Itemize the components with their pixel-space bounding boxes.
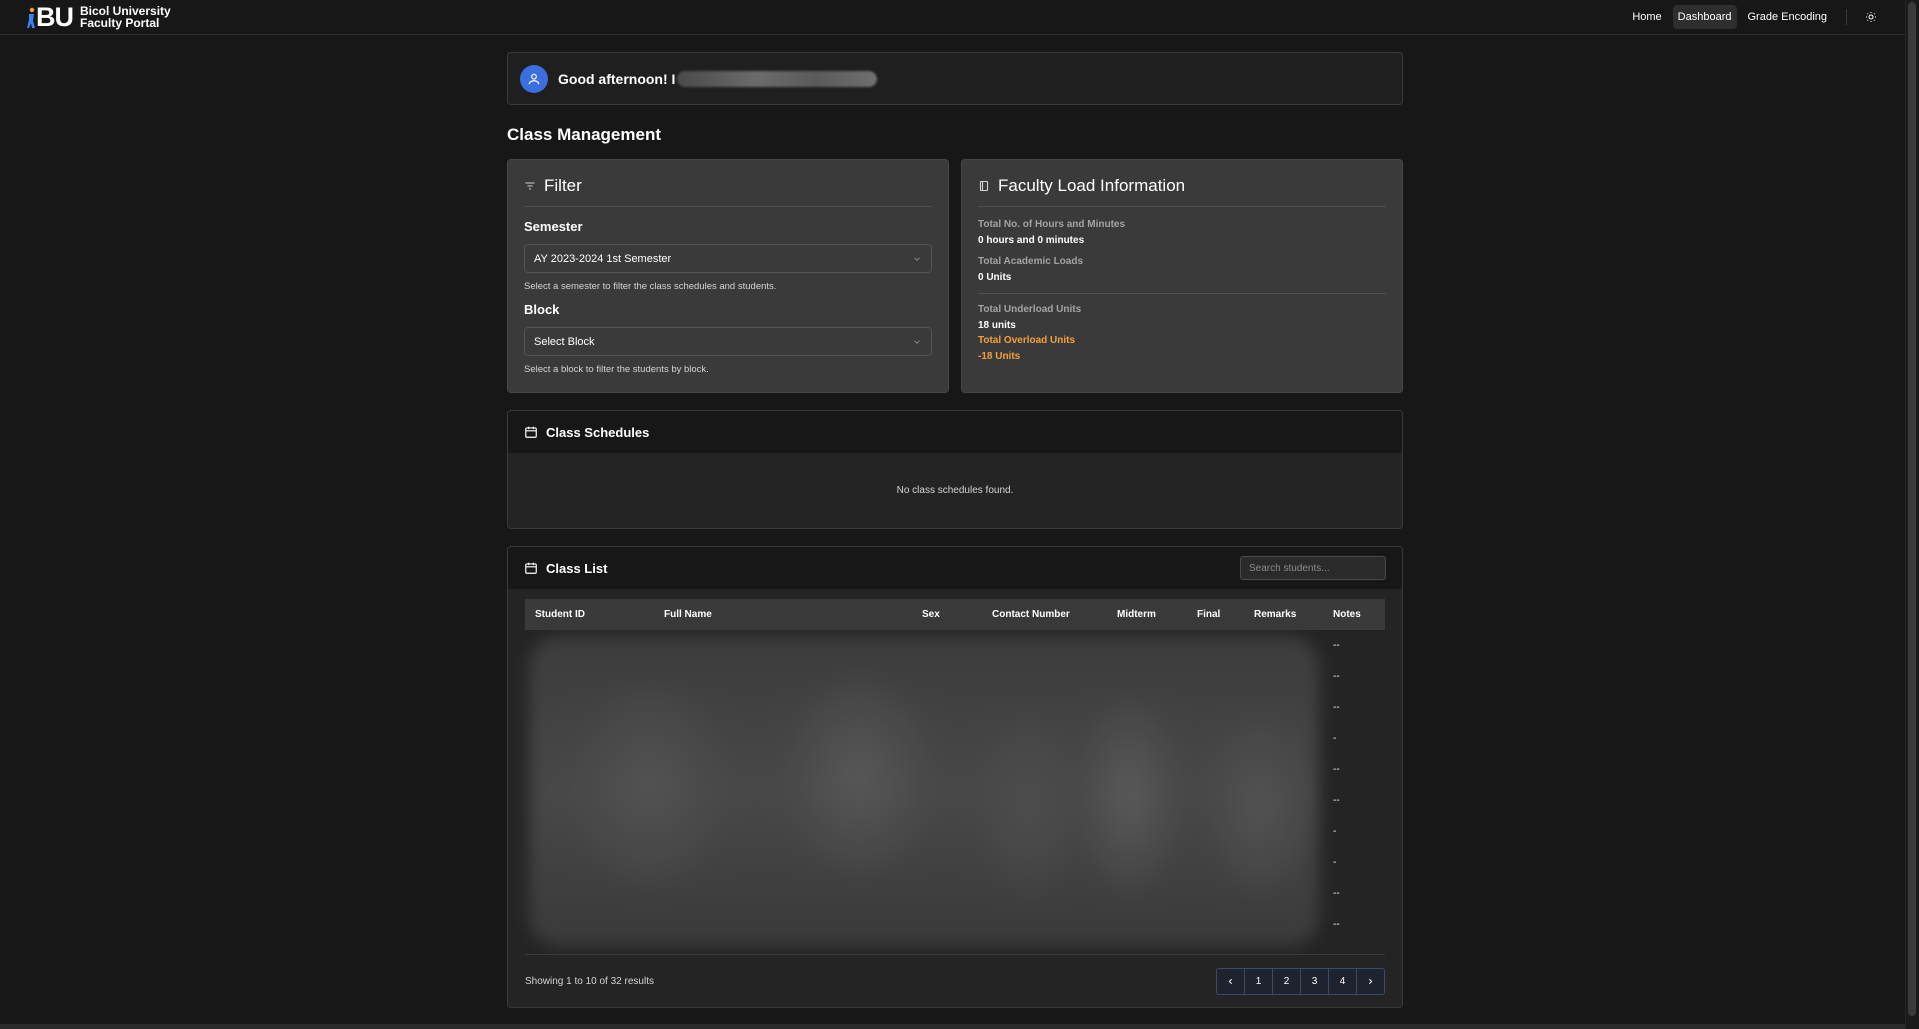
sun-icon	[1866, 12, 1876, 22]
class-list-title: Class List	[524, 561, 607, 576]
semester-label: Semester	[524, 219, 583, 234]
theme-toggle-button[interactable]	[1861, 7, 1881, 27]
redacted-student-data	[529, 636, 1319, 946]
filter-title: Filter	[544, 176, 582, 195]
greeting-text: Good afternoon! I	[558, 70, 676, 87]
col-sex[interactable]: Sex	[912, 599, 982, 630]
overload-label: Total Overload Units	[978, 335, 1076, 346]
class-schedules-header: Class Schedules	[508, 411, 1402, 453]
table-header-row: Student ID Full Name Sex Contact Number …	[525, 599, 1385, 630]
greeting-banner: Good afternoon! I	[507, 52, 1403, 105]
col-final[interactable]: Final	[1187, 599, 1244, 630]
pagination-footer: Showing 1 to 10 of 32 results 1 2 3 4	[508, 955, 1402, 1007]
calendar-icon	[525, 426, 537, 438]
nav-divider	[1846, 9, 1847, 25]
mascot-figure-icon	[27, 7, 35, 28]
class-list-title-text: Class List	[546, 560, 608, 576]
semester-hint: Select a semester to filter the class sc…	[524, 281, 777, 292]
class-schedules-empty: No class schedules found.	[508, 453, 1402, 528]
filter-icon	[525, 182, 535, 190]
row-notes: --	[1333, 764, 1340, 775]
cards-row: Filter Semester AY 2023-2024 1st Semeste…	[507, 159, 1403, 393]
class-list-table-wrap: Student ID Full Name Sex Contact Number …	[525, 599, 1385, 946]
user-icon	[528, 73, 540, 84]
row-notes: --	[1333, 671, 1340, 682]
overload-value: -18 Units	[978, 351, 1021, 362]
brand-line-2: Faculty Portal	[80, 16, 160, 30]
next-page-button[interactable]	[1356, 967, 1385, 995]
brand-text: Bicol University Faculty Portal	[80, 5, 171, 29]
page: BU Bicol University Faculty Portal Home …	[0, 0, 1919, 1029]
load-divider	[978, 293, 1386, 294]
class-schedules-panel: Class Schedules No class schedules found…	[507, 410, 1403, 529]
filter-card-header: Filter	[524, 176, 932, 207]
page-button-1[interactable]: 1	[1244, 967, 1273, 995]
bu-logo-mark: BU	[24, 3, 76, 31]
user-avatar	[520, 64, 548, 93]
nav-dashboard[interactable]: Dashboard	[1672, 5, 1737, 29]
nav-home[interactable]: Home	[1627, 5, 1666, 29]
results-count: Showing 1 to 10 of 32 results	[525, 975, 654, 987]
page-button-2[interactable]: 2	[1272, 967, 1301, 995]
row-notes: -	[1333, 857, 1337, 868]
bottom-edge	[0, 1024, 1905, 1029]
faculty-load-header: Faculty Load Information	[978, 176, 1386, 207]
chevron-down-icon	[914, 256, 920, 261]
row-notes: --	[1333, 919, 1340, 930]
block-label: Block	[524, 302, 560, 317]
prev-page-button[interactable]	[1216, 967, 1245, 995]
class-schedules-title: Class Schedules	[524, 425, 649, 440]
class-schedules-title-text: Class Schedules	[546, 424, 650, 440]
hours-label: Total No. of Hours and Minutes	[978, 219, 1126, 230]
faculty-load-card: Faculty Load Information Total No. of Ho…	[961, 159, 1403, 393]
row-notes: --	[1333, 795, 1340, 806]
main-content: Good afternoon! I Class Management Filte…	[507, 52, 1403, 1008]
page-button-3[interactable]: 3	[1300, 967, 1329, 995]
col-remarks[interactable]: Remarks	[1244, 599, 1323, 630]
vertical-scrollbar[interactable]	[1905, 0, 1919, 1029]
col-notes[interactable]: Notes	[1323, 599, 1385, 630]
search-students-input[interactable]	[1240, 556, 1386, 580]
section-title: Class Management	[507, 125, 661, 144]
col-student-id[interactable]: Student ID	[525, 599, 654, 630]
underload-label: Total Underload Units	[978, 304, 1082, 315]
row-notes: -	[1333, 826, 1337, 837]
chevron-down-icon	[914, 339, 920, 344]
brand-short: BU	[36, 2, 74, 32]
class-list-body: Student ID Full Name Sex Contact Number …	[508, 589, 1402, 955]
calendar-icon	[525, 562, 537, 574]
nav-menu: Home Dashboard Grade Encoding	[1627, 5, 1881, 29]
academic-loads-value: 0 Units	[978, 272, 1012, 283]
page-button-4[interactable]: 4	[1328, 967, 1357, 995]
row-notes: --	[1333, 888, 1340, 899]
row-notes: --	[1333, 640, 1340, 651]
chevron-right-icon	[1369, 978, 1373, 984]
brand-logo[interactable]: BU Bicol University Faculty Portal	[24, 3, 171, 31]
chevron-left-icon	[1228, 978, 1232, 984]
faculty-load-title: Faculty Load Information	[998, 176, 1186, 195]
block-hint: Select a block to filter the students by…	[524, 364, 709, 375]
semester-select-value: AY 2023-2024 1st Semester	[534, 252, 672, 265]
block-select-value: Select Block	[534, 335, 595, 348]
nav-grade-encoding[interactable]: Grade Encoding	[1743, 5, 1833, 29]
semester-select[interactable]: AY 2023-2024 1st Semester	[524, 244, 932, 273]
book-icon	[979, 180, 989, 192]
class-list-panel: Class List Student ID Full Name Sex Cont…	[507, 546, 1403, 1008]
hours-value: 0 hours and 0 minutes	[978, 235, 1085, 246]
underload-value: 18 units	[978, 320, 1016, 331]
scrollbar-thumb[interactable]	[1908, 2, 1916, 1016]
row-notes: -	[1333, 733, 1337, 744]
pagination: 1 2 3 4	[1216, 967, 1385, 995]
academic-loads-label: Total Academic Loads	[978, 256, 1084, 267]
row-notes: --	[1333, 702, 1340, 713]
col-midterm[interactable]: Midterm	[1107, 599, 1187, 630]
col-full-name[interactable]: Full Name	[654, 599, 912, 630]
class-list-header: Class List	[508, 547, 1402, 589]
block-select[interactable]: Select Block	[524, 327, 932, 356]
filter-card: Filter Semester AY 2023-2024 1st Semeste…	[507, 159, 949, 393]
col-contact-number[interactable]: Contact Number	[982, 599, 1107, 630]
redacted-name	[677, 70, 878, 87]
top-navbar: BU Bicol University Faculty Portal Home …	[0, 0, 1905, 35]
